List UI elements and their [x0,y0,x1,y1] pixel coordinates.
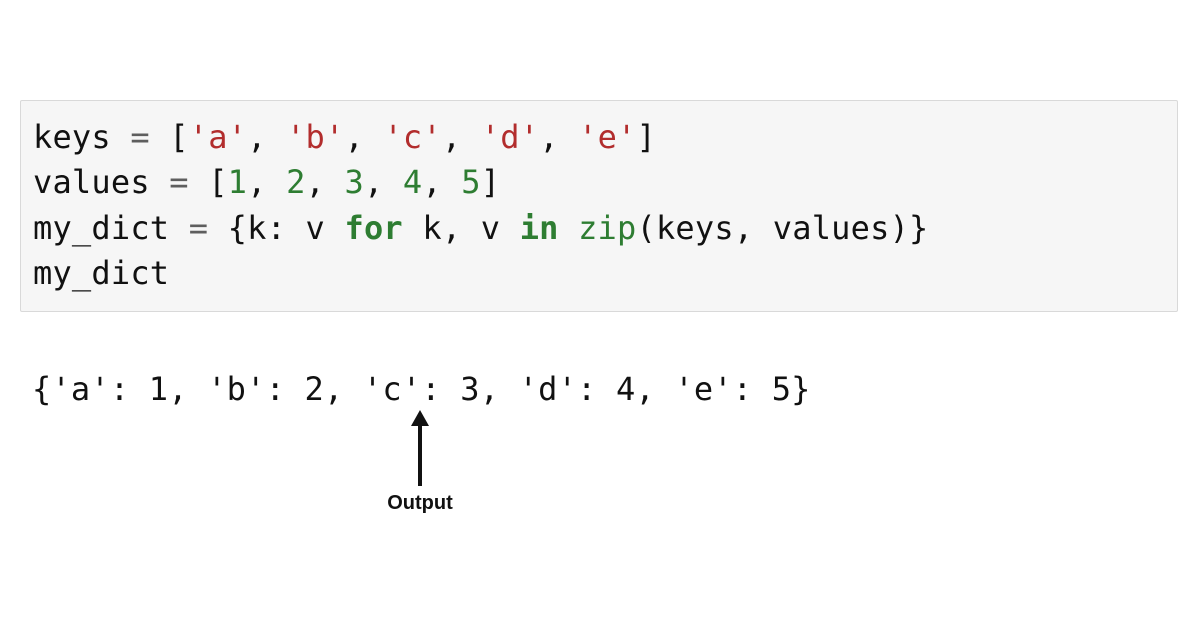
code-token: 5 [461,163,480,201]
code-content: keys = ['a', 'b', 'c', 'd', 'e'] values … [33,115,1165,297]
code-token: = [111,118,169,156]
code-token: , [734,209,773,247]
code-token: 1 [228,163,247,201]
code-token: 2 [286,163,305,201]
code-token: values [773,209,890,247]
code-token: 'd' [481,118,539,156]
code-token: , [539,118,578,156]
output-text: {'a': 1, 'b': 2, 'c': 3, 'd': 4, 'e': 5} [32,370,811,408]
code-token: 'b' [286,118,344,156]
annotation-output: Output [360,492,480,515]
code-token: , [306,163,345,201]
code-token: { [228,209,247,247]
code-token: : [267,209,306,247]
code-token: in [520,209,559,247]
code-token: , [442,118,481,156]
code-token: , [422,163,461,201]
code-token: = [150,163,208,201]
code-token: ] [637,118,656,156]
figure-canvas: Iterates through two values keys = ['a',… [0,0,1200,630]
code-token: k, v [403,209,520,247]
code-token: = [169,209,227,247]
code-token: zip [559,209,637,247]
code-token: ] [481,163,500,201]
code-token: } [909,209,928,247]
code-token: values [33,163,150,201]
arrow-up-icon [405,408,435,488]
code-token [325,209,344,247]
code-token: , [364,163,403,201]
code-token: keys [33,118,111,156]
code-token: my_dict [33,209,169,247]
code-token: , [247,118,286,156]
code-token: 4 [403,163,422,201]
code-token: keys [656,209,734,247]
code-token: , [247,163,286,201]
code-token: 3 [344,163,363,201]
code-token: 'e' [578,118,636,156]
code-token: v [306,209,325,247]
code-token: [ [208,163,227,201]
code-token: my_dict [33,254,169,292]
code-token: for [344,209,402,247]
code-token: [ [169,118,188,156]
code-token: k [247,209,266,247]
code-token: ) [890,209,909,247]
code-token: , [345,118,384,156]
code-token: 'c' [383,118,441,156]
code-token: 'a' [189,118,247,156]
code-block: keys = ['a', 'b', 'c', 'd', 'e'] values … [20,100,1178,312]
code-token: ( [637,209,656,247]
